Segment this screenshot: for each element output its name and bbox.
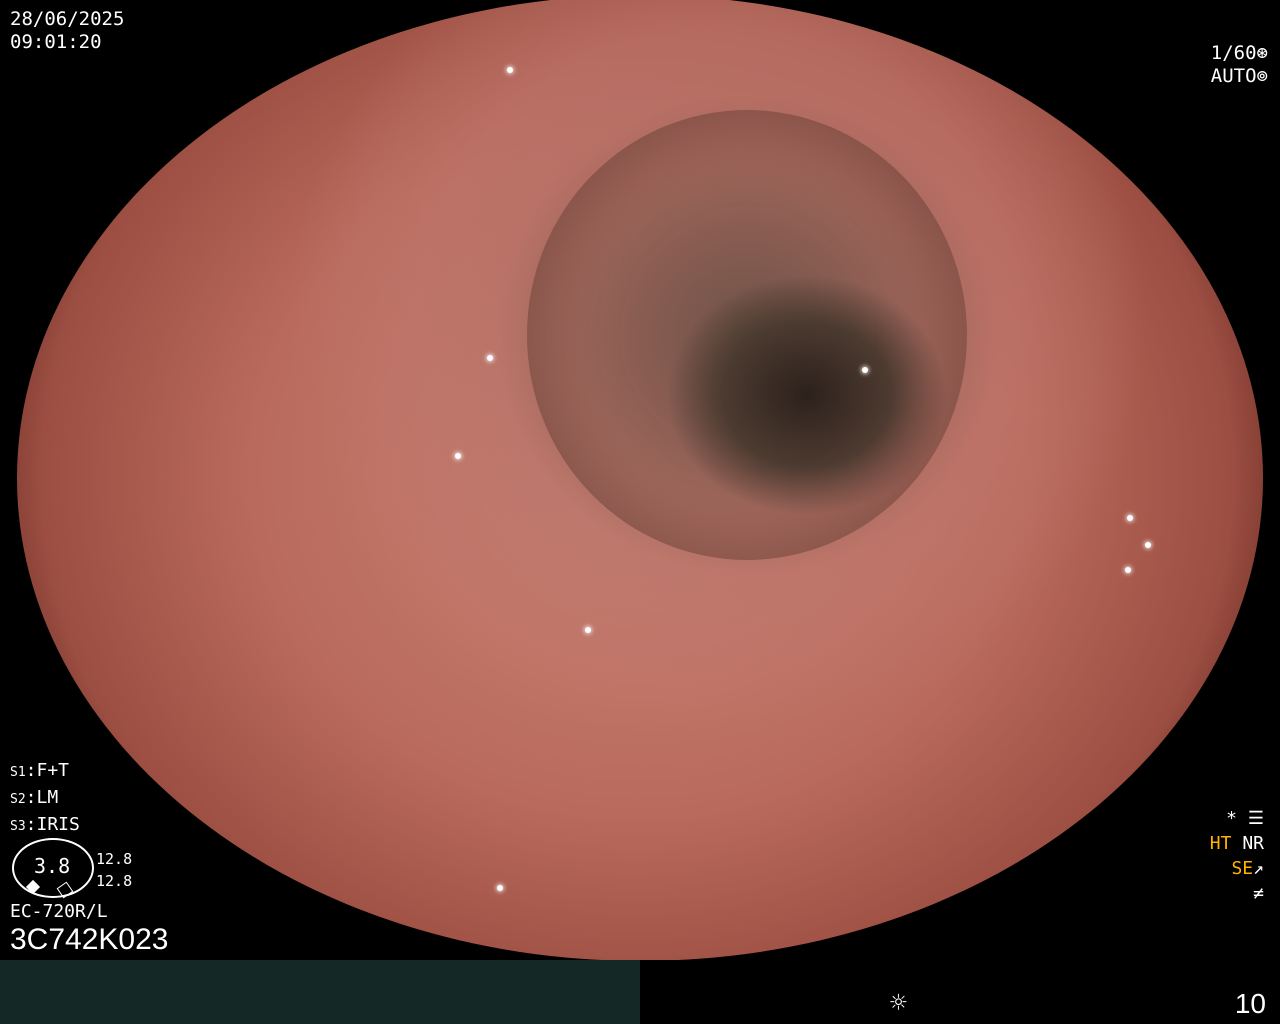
se-indicator: SE bbox=[1231, 858, 1254, 879]
scale-badge: 3.8 bbox=[12, 838, 94, 899]
scale-center: 3.8 bbox=[34, 854, 71, 878]
time: 09:01:20 bbox=[10, 31, 102, 53]
s2-label: S2 bbox=[10, 792, 26, 807]
not-equal-icon: ≠ bbox=[1253, 883, 1264, 904]
s1-label: S1 bbox=[10, 765, 26, 780]
glint bbox=[1127, 515, 1133, 521]
shutter-speed: 1/60 bbox=[1210, 42, 1257, 64]
scope-model: EC-720R/L bbox=[10, 901, 108, 922]
scale-values: 12.8 12.8 bbox=[96, 848, 132, 892]
s3-value: IRIS bbox=[36, 814, 80, 835]
star-indicator: * bbox=[1226, 808, 1238, 829]
scale-bottom: 12.8 bbox=[96, 872, 133, 890]
glint bbox=[1145, 542, 1151, 548]
bottom-right-panel bbox=[640, 960, 1280, 1024]
s1-value: F+T bbox=[36, 760, 70, 781]
endoscope-view bbox=[17, 0, 1263, 961]
glint bbox=[487, 355, 493, 361]
brightness-level: 10 bbox=[1234, 988, 1266, 1019]
date: 28/06/2025 bbox=[10, 8, 125, 30]
lumen bbox=[527, 110, 967, 560]
curve-icon: ↗ bbox=[1253, 858, 1264, 879]
scope-serial: 3C742K023 bbox=[10, 923, 169, 956]
datetime: 28/06/2025 09:01:20 bbox=[10, 8, 124, 54]
glint bbox=[455, 453, 461, 459]
nr-indicator: NR bbox=[1242, 833, 1264, 854]
settings-icon: ☰ bbox=[1247, 808, 1264, 829]
iris-icon: ⊚ bbox=[1256, 65, 1268, 87]
channel-icon bbox=[56, 881, 74, 899]
glint bbox=[462, 5, 468, 11]
s3-label: S3 bbox=[10, 819, 26, 834]
scope-tip-icon bbox=[25, 879, 41, 895]
glint bbox=[507, 67, 513, 73]
glint bbox=[585, 627, 591, 633]
shutter-info: 1/60⊛ AUTO⊚ bbox=[1211, 42, 1268, 88]
aperture-icon: ⊛ bbox=[1256, 42, 1268, 64]
scale-top: 12.8 bbox=[96, 850, 133, 868]
switch-settings: S1:F+T S2:LM S3:IRIS bbox=[10, 760, 80, 835]
shutter-mode: AUTO bbox=[1210, 65, 1257, 87]
glint bbox=[497, 885, 503, 891]
bottom-left-panel bbox=[0, 960, 640, 1024]
s2-value: LM bbox=[36, 787, 59, 808]
enhancement-settings: * ☰ HT NR SE↗ ≠ bbox=[1210, 806, 1264, 906]
sun-icon: ☼ bbox=[890, 986, 907, 1019]
glint bbox=[1125, 567, 1131, 573]
glint bbox=[862, 367, 868, 373]
ht-indicator: HT bbox=[1209, 833, 1232, 854]
